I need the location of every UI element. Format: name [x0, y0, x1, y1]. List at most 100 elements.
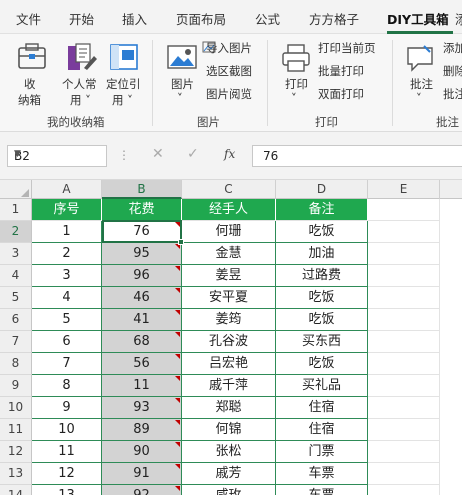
empty-cell[interactable]: [368, 265, 440, 287]
table-cell[interactable]: 吃饭: [276, 353, 368, 375]
duplex-print-button[interactable]: 双面打印: [318, 86, 364, 102]
empty-cell[interactable]: [368, 287, 440, 309]
empty-cell[interactable]: [368, 243, 440, 265]
tab-partial[interactable]: 添: [455, 9, 462, 28]
empty-cell[interactable]: [368, 221, 440, 243]
empty-cell[interactable]: [368, 199, 440, 221]
table-header-cell[interactable]: 花费: [102, 199, 182, 221]
tab-page-layout[interactable]: 页面布局: [176, 9, 226, 28]
table-cell[interactable]: 车票: [276, 485, 368, 495]
table-cell[interactable]: 5: [32, 309, 102, 331]
table-cell[interactable]: 何锦: [182, 419, 276, 441]
column-header-c[interactable]: C: [182, 180, 276, 199]
comment-dropdown[interactable]: ˅: [416, 91, 422, 105]
table-cell[interactable]: 住宿: [276, 397, 368, 419]
table-cell[interactable]: 吃饭: [276, 309, 368, 331]
expense-cell[interactable]: 96: [102, 265, 182, 287]
table-cell[interactable]: 戚千萍: [182, 375, 276, 397]
empty-cell[interactable]: [368, 441, 440, 463]
print-current-page-button[interactable]: 打印当前页: [318, 40, 376, 56]
region-screenshot-button[interactable]: 选区截图: [206, 63, 252, 79]
table-cell[interactable]: 7: [32, 353, 102, 375]
locate-reference-icon[interactable]: [108, 42, 140, 77]
table-cell[interactable]: 加油: [276, 243, 368, 265]
table-cell[interactable]: 3: [32, 265, 102, 287]
expense-cell[interactable]: 56: [102, 353, 182, 375]
formula-bar-splitter[interactable]: ⋮: [118, 148, 130, 162]
empty-cell[interactable]: [368, 353, 440, 375]
row-header[interactable]: 11: [0, 419, 32, 441]
expense-cell[interactable]: 95: [102, 243, 182, 265]
table-cell[interactable]: 8: [32, 375, 102, 397]
table-cell[interactable]: 1: [32, 221, 102, 243]
table-header-cell[interactable]: 经手人: [182, 199, 276, 221]
table-cell[interactable]: 戚芳: [182, 463, 276, 485]
empty-cell[interactable]: [368, 463, 440, 485]
table-cell[interactable]: 买东西: [276, 331, 368, 353]
table-cell[interactable]: 住宿: [276, 419, 368, 441]
column-header-b[interactable]: B: [102, 180, 182, 199]
cancel-entry-button[interactable]: ✕: [152, 146, 164, 162]
table-cell[interactable]: 10: [32, 419, 102, 441]
tab-home[interactable]: 开始: [69, 9, 94, 28]
table-cell[interactable]: 4: [32, 287, 102, 309]
table-header-cell[interactable]: 备注: [276, 199, 368, 221]
table-cell[interactable]: 吕宏艳: [182, 353, 276, 375]
empty-cell[interactable]: [368, 419, 440, 441]
tab-formulas[interactable]: 公式: [255, 9, 280, 28]
row-header[interactable]: 13: [0, 463, 32, 485]
table-header-cell[interactable]: 序号: [32, 199, 102, 221]
empty-cell[interactable]: [368, 375, 440, 397]
personal-common-icon[interactable]: [66, 42, 98, 77]
picture-dropdown[interactable]: ˅: [177, 91, 183, 105]
expense-cell[interactable]: 11: [102, 375, 182, 397]
table-cell[interactable]: 车票: [276, 463, 368, 485]
column-header-e[interactable]: E: [368, 180, 440, 199]
expense-cell[interactable]: 90: [102, 441, 182, 463]
expense-cell[interactable]: 93: [102, 397, 182, 419]
comment-icon[interactable]: [404, 42, 436, 77]
table-cell[interactable]: 姜昱: [182, 265, 276, 287]
empty-cell[interactable]: [368, 485, 440, 495]
import-picture-button[interactable]: 导入图片: [206, 40, 252, 56]
column-header-a[interactable]: A: [32, 180, 102, 199]
expense-cell[interactable]: 76: [102, 221, 182, 243]
name-box[interactable]: B2 ▼: [7, 145, 107, 167]
empty-cell[interactable]: [368, 397, 440, 419]
row-header[interactable]: 8: [0, 353, 32, 375]
tab-file[interactable]: 文件: [16, 9, 41, 28]
row-header[interactable]: 6: [0, 309, 32, 331]
print-dropdown[interactable]: ˅: [291, 91, 297, 105]
fill-handle[interactable]: [178, 239, 184, 245]
select-all-button[interactable]: [0, 180, 32, 199]
row-header[interactable]: 7: [0, 331, 32, 353]
table-cell[interactable]: 孔谷波: [182, 331, 276, 353]
table-cell[interactable]: 郑聪: [182, 397, 276, 419]
table-cell[interactable]: 2: [32, 243, 102, 265]
empty-cell[interactable]: [368, 309, 440, 331]
printer-icon[interactable]: [280, 42, 312, 77]
expense-cell[interactable]: 92: [102, 485, 182, 495]
table-cell[interactable]: 门票: [276, 441, 368, 463]
table-cell[interactable]: 11: [32, 441, 102, 463]
table-cell[interactable]: 何珊: [182, 221, 276, 243]
table-cell[interactable]: 安平夏: [182, 287, 276, 309]
expense-cell[interactable]: 46: [102, 287, 182, 309]
tab-fangfang[interactable]: 方方格子: [309, 9, 359, 28]
row-header[interactable]: 1: [0, 199, 32, 221]
table-cell[interactable]: 姜筠: [182, 309, 276, 331]
tab-insert[interactable]: 插入: [122, 9, 147, 28]
table-cell[interactable]: 张松: [182, 441, 276, 463]
table-cell[interactable]: 6: [32, 331, 102, 353]
table-cell[interactable]: 吃饭: [276, 221, 368, 243]
insert-function-button[interactable]: fx: [224, 147, 235, 161]
table-cell[interactable]: 咸玫: [182, 485, 276, 495]
table-cell[interactable]: 买礼品: [276, 375, 368, 397]
row-header[interactable]: 10: [0, 397, 32, 419]
table-cell[interactable]: 吃饭: [276, 287, 368, 309]
picture-viewer-button[interactable]: 图片阅览: [206, 86, 252, 102]
table-cell[interactable]: 9: [32, 397, 102, 419]
table-cell[interactable]: 金慧: [182, 243, 276, 265]
row-header[interactable]: 9: [0, 375, 32, 397]
confirm-entry-button[interactable]: ✓: [187, 146, 199, 162]
